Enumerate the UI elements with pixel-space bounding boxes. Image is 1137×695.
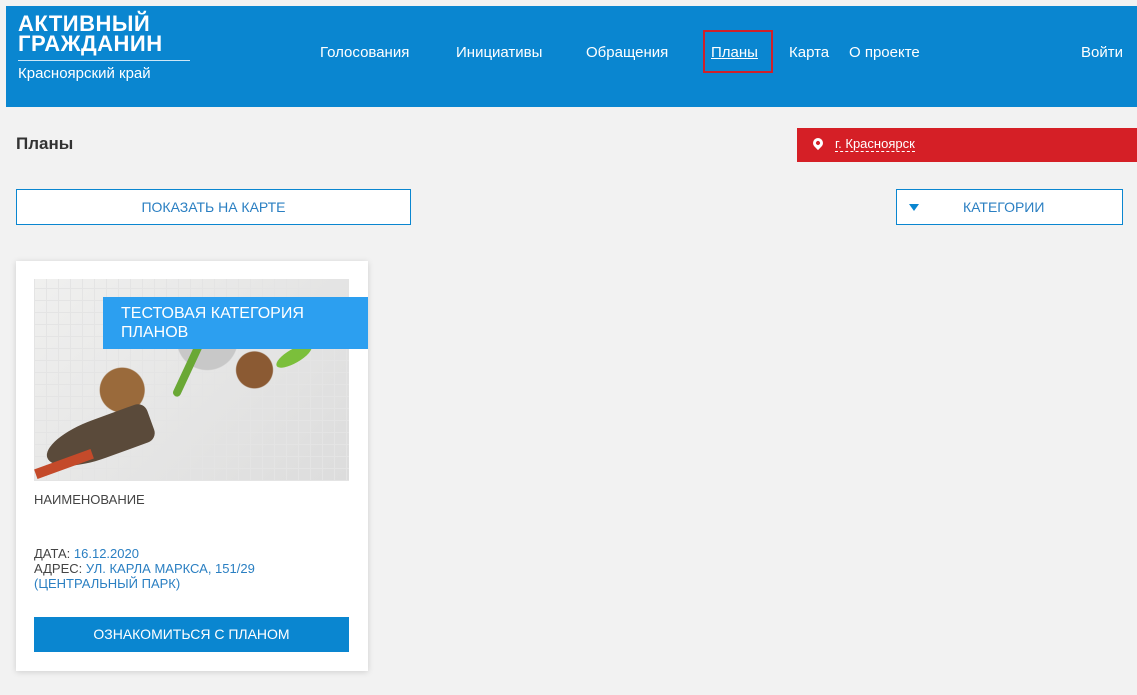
nav-map[interactable]: Карта <box>789 44 829 61</box>
plan-date: ДАТА: 16.12.2020 <box>34 546 354 561</box>
login-link[interactable]: Войти <box>1081 44 1123 61</box>
city-selector[interactable]: г. Красноярск <box>797 128 1137 162</box>
logo-line-2: ГРАЖДАНИН <box>18 31 163 56</box>
site-header: АКТИВНЫЙ ГРАЖДАНИН Красноярский край Гол… <box>6 6 1137 107</box>
triangle-down-icon <box>909 204 919 211</box>
logo[interactable]: АКТИВНЫЙ ГРАЖДАНИН Красноярский край <box>18 13 190 82</box>
categories-dropdown[interactable]: КАТЕГОРИИ <box>896 189 1123 225</box>
logo-divider <box>18 60 190 61</box>
location-pin-icon <box>810 135 826 151</box>
view-plan-button[interactable]: ОЗНАКОМИТЬСЯ С ПЛАНОМ <box>34 617 349 652</box>
address-label: АДРЕС: <box>34 561 83 576</box>
plan-meta: ДАТА: 16.12.2020 АДРЕС: УЛ. КАРЛА МАРКСА… <box>34 546 354 591</box>
plan-address: АДРЕС: УЛ. КАРЛА МАРКСА, 151/29 (ЦЕНТРАЛ… <box>34 561 354 591</box>
category-badge: ТЕСТОВАЯ КАТЕГОРИЯ ПЛАНОВ <box>103 297 368 349</box>
nav-initiatives[interactable]: Инициативы <box>456 44 542 61</box>
nav-about[interactable]: О проекте <box>849 44 920 61</box>
nav-appeals[interactable]: Обращения <box>586 44 668 61</box>
date-label: ДАТА: <box>34 546 71 561</box>
logo-region: Красноярский край <box>18 65 151 82</box>
categories-label: КАТЕГОРИИ <box>963 199 1045 215</box>
page-title: Планы <box>16 134 74 153</box>
date-value: 16.12.2020 <box>73 546 139 561</box>
active-nav-highlight <box>703 30 773 73</box>
plan-name: НАИМЕНОВАНИЕ <box>34 492 145 507</box>
city-label[interactable]: г. Красноярск <box>835 137 915 152</box>
nav-votes[interactable]: Голосования <box>320 44 409 61</box>
show-on-map-button[interactable]: ПОКАЗАТЬ НА КАРТЕ <box>16 189 411 225</box>
